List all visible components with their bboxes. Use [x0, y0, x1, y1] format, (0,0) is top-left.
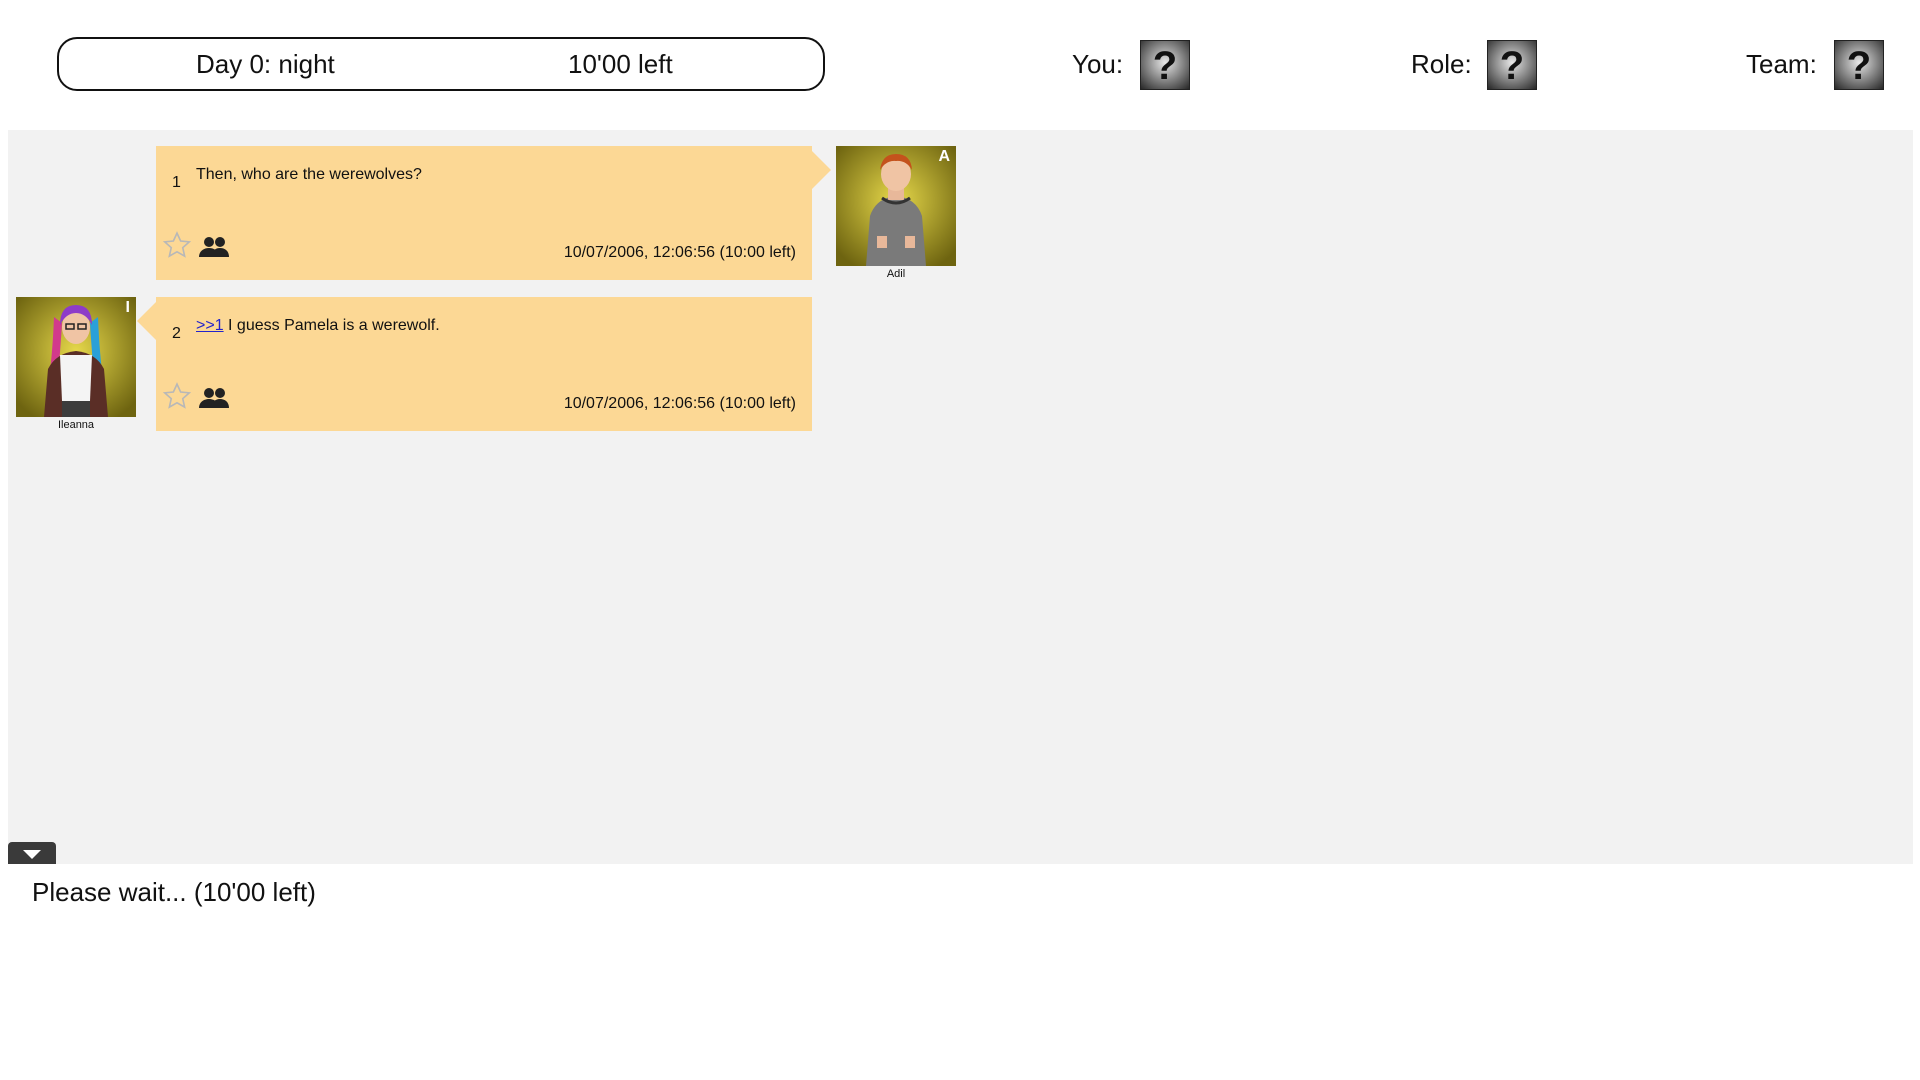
role-unknown-icon[interactable]: ? — [1487, 40, 1537, 90]
role-label: Role: — [1411, 49, 1472, 79]
people-icon[interactable] — [198, 386, 230, 410]
avatar[interactable]: I — [16, 297, 136, 417]
ileanna-portrait-icon — [16, 297, 136, 417]
avatar-name: Adil — [886, 268, 906, 280]
message-bubble: 2 >>1 I guess Pamela is a werewolf. 10/0… — [137, 297, 812, 431]
avatar[interactable]: A — [836, 146, 956, 266]
time-left-label: 10'00 left — [568, 49, 673, 79]
message-bubble: 1 Then, who are the werewolves? 10/07/20… — [156, 146, 831, 280]
wait-status: Please wait... (10'00 left) — [32, 877, 316, 907]
star-outline-icon[interactable] — [162, 230, 192, 260]
reply-anchor-link[interactable]: >>1 — [196, 317, 224, 334]
day-phase-label: Day 0: night — [196, 49, 335, 79]
message-text: >>1 I guess Pamela is a werewolf. — [196, 317, 440, 335]
team-unknown-icon[interactable]: ? — [1834, 40, 1884, 90]
team-label: Team: — [1746, 49, 1817, 79]
avatar-initial: I — [125, 299, 130, 316]
avatar-name: Ileanna — [57, 419, 95, 431]
game-screen: Day 0: night 10'00 left You: ? Role: ? T… — [0, 0, 1920, 1080]
message-number[interactable]: 1 — [172, 174, 181, 192]
message-timestamp: 10/07/2006, 12:06:56 (10:00 left) — [563, 244, 796, 261]
bubble-pointer — [137, 301, 157, 341]
you-unknown-icon[interactable]: ? — [1140, 40, 1190, 90]
message-text: Then, who are the werewolves? — [196, 166, 422, 183]
bubble-pointer — [811, 150, 831, 190]
caret-down-icon — [23, 850, 41, 859]
chat-log[interactable]: 1 Then, who are the werewolves? 10/07/20… — [8, 130, 1913, 864]
star-outline-icon[interactable] — [162, 381, 192, 411]
message-timestamp: 10/07/2006, 12:06:56 (10:00 left) — [563, 395, 796, 412]
avatar-initial: A — [938, 148, 950, 165]
phase-status-bar: Day 0: night 10'00 left — [57, 37, 825, 91]
message-body: I guess Pamela is a werewolf. — [223, 317, 440, 334]
message-number[interactable]: 2 — [172, 325, 181, 343]
people-icon[interactable] — [198, 235, 230, 259]
you-label: You: — [1072, 49, 1124, 79]
scroll-toggle-button[interactable] — [8, 842, 56, 864]
